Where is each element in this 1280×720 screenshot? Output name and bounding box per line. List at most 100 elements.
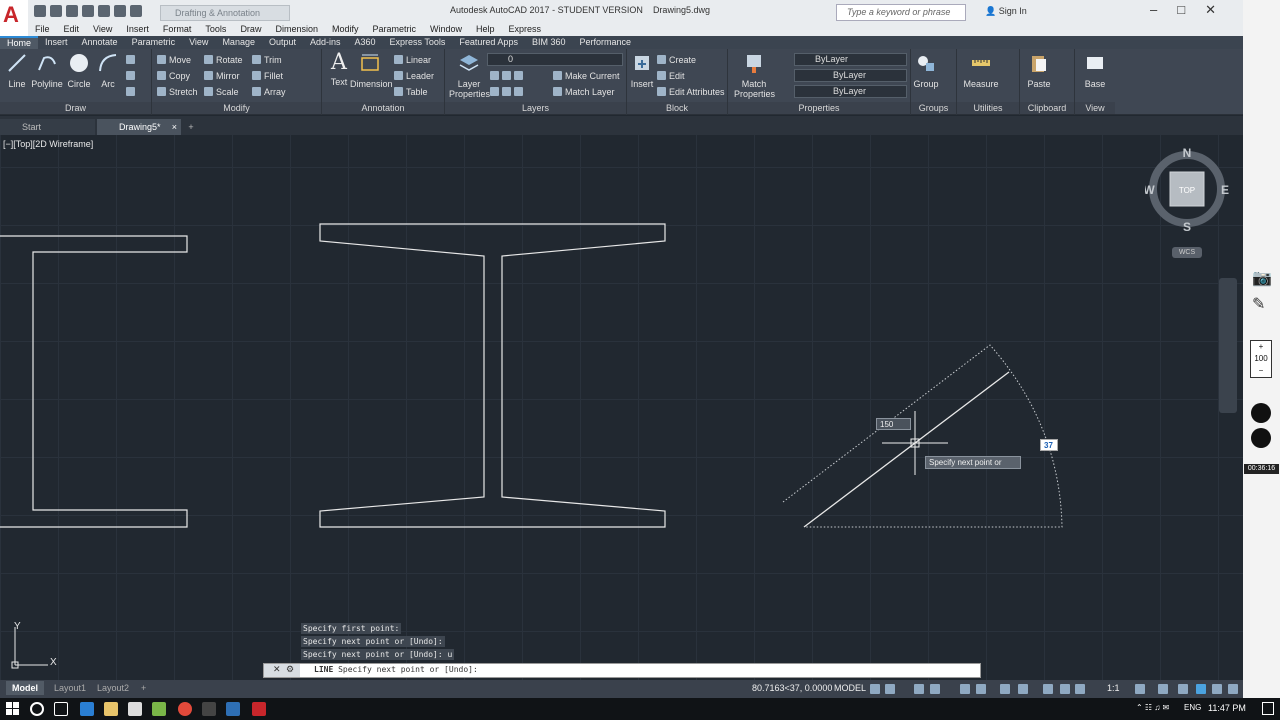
polar-icon[interactable] — [930, 684, 940, 694]
pen-icon[interactable]: ✎ — [1252, 294, 1265, 314]
snap-icon[interactable] — [885, 684, 895, 694]
customize-icon[interactable]: ⚙ — [286, 664, 294, 675]
array-button[interactable]: Array — [252, 86, 286, 98]
properties-panel-title[interactable]: Properties — [728, 102, 910, 114]
draw-panel-title[interactable]: Draw — [0, 102, 151, 114]
angle-input[interactable]: 37 — [1040, 439, 1058, 451]
close-command-line-icon[interactable]: ✕ — [273, 664, 281, 675]
isolate-objects-icon[interactable] — [1178, 684, 1188, 694]
stretch-button[interactable]: Stretch — [157, 86, 198, 98]
workspace-dropdown[interactable]: Drafting & Annotation — [160, 5, 290, 21]
rectangle-icon[interactable] — [126, 54, 138, 66]
lineweight-dropdown[interactable]: ByLayer — [794, 85, 907, 98]
pause-icon[interactable] — [1251, 403, 1271, 423]
selection-cycling-icon[interactable] — [1043, 684, 1053, 694]
lineweight-icon[interactable] — [1018, 684, 1028, 694]
make-current-button[interactable]: Make Current — [553, 70, 620, 82]
autocad-taskbar-icon[interactable] — [252, 702, 266, 716]
layer-state-icons[interactable] — [490, 70, 526, 82]
coordinates-readout[interactable]: 80.7163<37, 0.0000 — [752, 683, 832, 693]
tab-manage[interactable]: Manage — [215, 36, 262, 49]
annotation-visibility-icon[interactable] — [1060, 684, 1070, 694]
base-view-button[interactable]: Base — [1080, 52, 1110, 89]
new-file-icon[interactable] — [34, 5, 46, 17]
fillet-button[interactable]: Fillet — [252, 70, 283, 82]
menu-insert[interactable]: Insert — [119, 24, 156, 36]
camtasia-icon[interactable] — [152, 702, 166, 716]
insert-block-button[interactable]: Insert — [627, 52, 657, 89]
chrome-icon[interactable] — [178, 702, 192, 716]
group-button[interactable]: Group — [911, 52, 941, 89]
navigation-bar[interactable] — [1219, 278, 1237, 413]
tab-model[interactable]: Model — [6, 681, 44, 695]
workspace-switching-icon[interactable] — [1135, 684, 1145, 694]
open-file-icon[interactable] — [50, 5, 62, 17]
save-icon[interactable] — [66, 5, 78, 17]
move-button[interactable]: Move — [157, 54, 191, 66]
object-snap-tracking-icon[interactable] — [976, 684, 986, 694]
sign-in-button[interactable]: 👤 Sign In — [985, 6, 1027, 17]
modify-panel-title[interactable]: Modify — [152, 102, 321, 114]
tab-layout2[interactable]: Layout2 — [91, 681, 135, 695]
menu-file[interactable]: File — [28, 24, 57, 36]
create-block-button[interactable]: Create — [657, 54, 696, 66]
tab-drawing5[interactable]: Drawing5* × — [97, 119, 181, 135]
tab-home[interactable]: Home — [0, 36, 39, 49]
clock[interactable]: 11:47 PM — [1208, 703, 1246, 713]
menu-express[interactable]: Express — [502, 24, 549, 36]
tab-express-tools[interactable]: Express Tools — [383, 36, 453, 49]
color-dropdown[interactable]: ByLayer — [794, 53, 907, 66]
circle-button[interactable]: Circle — [64, 52, 94, 89]
ortho-icon[interactable] — [914, 684, 924, 694]
match-properties-button[interactable]: Match Properties — [734, 52, 775, 99]
tab-performance[interactable]: Performance — [572, 36, 638, 49]
application-menu-button[interactable]: A — [0, 0, 28, 36]
block-panel-title[interactable]: Block — [627, 102, 727, 114]
grid-icon[interactable] — [870, 684, 880, 694]
save-as-icon[interactable] — [82, 5, 94, 17]
store-icon[interactable] — [128, 702, 142, 716]
arc-button[interactable]: Arc — [93, 52, 123, 89]
object-snap-icon[interactable] — [1000, 684, 1010, 694]
layer-properties-button[interactable]: Layer Properties — [449, 52, 490, 99]
menu-dimension[interactable]: Dimension — [268, 24, 325, 36]
menu-view[interactable]: View — [86, 24, 119, 36]
hatch-icon[interactable] — [126, 70, 138, 82]
app-icon[interactable] — [226, 702, 240, 716]
redo-icon[interactable] — [130, 5, 142, 17]
add-layout-icon[interactable]: + — [135, 681, 152, 695]
zoom-control[interactable]: +100− — [1250, 340, 1272, 378]
compass-south[interactable]: S — [1183, 220, 1191, 234]
layers-panel-title[interactable]: Layers — [445, 102, 626, 114]
clipboard-panel-title[interactable]: Clipboard — [1020, 102, 1074, 114]
viewcube[interactable]: TOP N S E W — [1145, 142, 1229, 242]
command-line[interactable]: ✕ ⚙ LINE Specify next point or [Undo]: — [263, 663, 981, 678]
dimension-button[interactable]: Dimension — [350, 52, 393, 89]
copy-button[interactable]: Copy — [157, 70, 190, 82]
edit-block-button[interactable]: Edit — [657, 70, 685, 82]
measure-button[interactable]: Measure — [961, 52, 1001, 89]
groups-panel-title[interactable]: Groups — [911, 102, 956, 114]
app-icon[interactable] — [202, 702, 216, 716]
tab-a360[interactable]: A360 — [348, 36, 383, 49]
camera-icon[interactable]: 📷 — [1252, 268, 1272, 288]
clean-screen-icon[interactable] — [1212, 684, 1222, 694]
maximize-icon[interactable]: □ — [1177, 2, 1185, 18]
hardware-acceleration-icon[interactable] — [1196, 684, 1206, 694]
compass-east[interactable]: E — [1221, 183, 1229, 197]
i-beam-section-shape[interactable] — [319, 223, 666, 528]
linetype-dropdown[interactable]: ByLayer — [794, 69, 907, 82]
close-tab-icon[interactable]: × — [172, 119, 177, 135]
line-button[interactable]: Line — [2, 52, 32, 89]
mirror-button[interactable]: Mirror — [204, 70, 240, 82]
layer-dropdown[interactable]: 0 — [487, 53, 623, 66]
annotation-panel-title[interactable]: Annotation — [322, 102, 444, 114]
rotate-button[interactable]: Rotate — [204, 54, 243, 66]
menu-format[interactable]: Format — [156, 24, 199, 36]
menu-window[interactable]: Window — [423, 24, 469, 36]
tab-layout1[interactable]: Layout1 — [48, 681, 92, 695]
undo-icon[interactable] — [114, 5, 126, 17]
annotation-monitor-icon[interactable] — [1158, 684, 1168, 694]
auto-scale-icon[interactable] — [1075, 684, 1085, 694]
menu-draw[interactable]: Draw — [233, 24, 268, 36]
